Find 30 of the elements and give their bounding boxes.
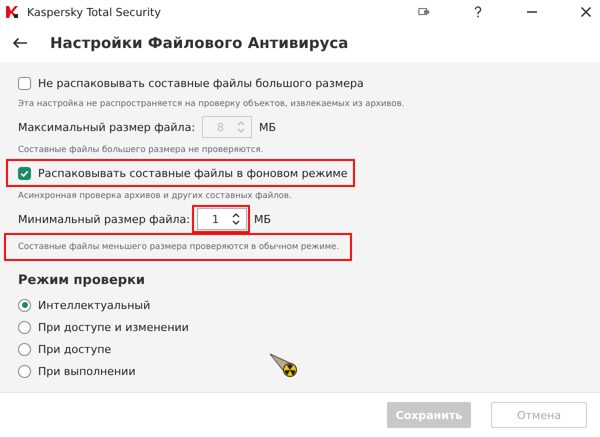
number-spinner[interactable]: 1 bbox=[196, 208, 247, 230]
radio-button[interactable] bbox=[18, 320, 31, 334]
radio-button[interactable] bbox=[18, 298, 31, 312]
window-title: Kaspersky Total Security bbox=[27, 6, 161, 18]
section-heading: Режим проверки bbox=[18, 273, 146, 288]
help-icon[interactable] bbox=[472, 6, 484, 18]
unit-label: МБ bbox=[254, 212, 271, 226]
back-arrow-icon[interactable] bbox=[12, 37, 28, 49]
radio-label: При доступе и изменении bbox=[38, 320, 189, 334]
checkbox-label: Не распаковывать составные файлы большого размера bbox=[38, 76, 364, 90]
unit-label: МБ bbox=[259, 120, 276, 134]
checkbox[interactable] bbox=[18, 166, 31, 180]
hint-text: Составные файлы меньшего размера проверяются в обычном режиме. bbox=[18, 241, 340, 254]
hint-text: Эта настройка не распространяется на проверку объектов, извлекаемых из архивов. bbox=[18, 98, 404, 111]
radio-label: При доступе bbox=[38, 342, 112, 356]
checkbox-label: Распаковывать составные файлы в фоновом режиме bbox=[38, 166, 348, 180]
hint-text: Асинхронная проверка архивов и других составных файлов. bbox=[18, 190, 292, 203]
radio-label: Интеллектуальный bbox=[38, 298, 150, 312]
field-label: Максимальный размер файла: bbox=[18, 120, 196, 134]
radiation-cursor-icon bbox=[268, 352, 298, 378]
radio-label: При выполнении bbox=[38, 364, 136, 378]
app-logo-icon bbox=[5, 5, 19, 19]
hint-text: Составные файлы большего размера не проверяются. bbox=[18, 144, 264, 157]
radio-button[interactable] bbox=[18, 342, 31, 356]
radio-button[interactable] bbox=[18, 364, 31, 378]
field-label: Минимальный размер файла: bbox=[18, 212, 190, 226]
checkbox[interactable] bbox=[18, 76, 31, 90]
page-title: Настройки Файлового Антивируса bbox=[50, 34, 348, 52]
monitor-icon[interactable] bbox=[418, 6, 430, 18]
close-icon[interactable] bbox=[580, 6, 592, 18]
